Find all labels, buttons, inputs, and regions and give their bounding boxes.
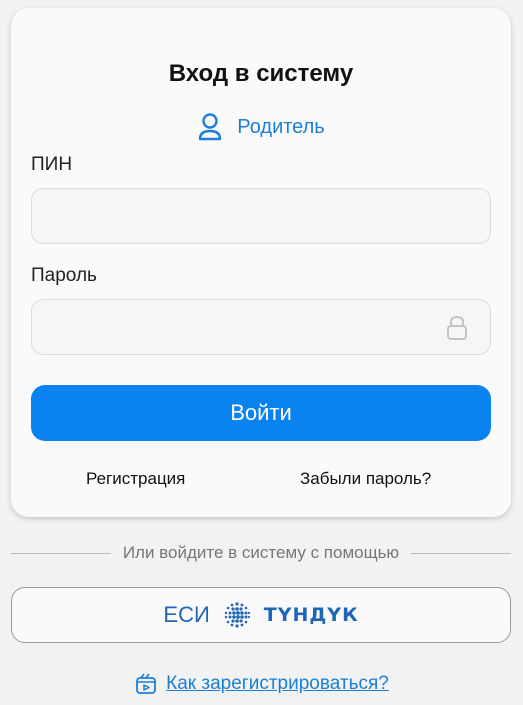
video-play-icon — [136, 673, 157, 694]
divider-text: Или войдите в систему с помощью — [122, 543, 400, 562]
how-to-register: Как зарегистрироваться? — [0, 672, 523, 696]
user-icon — [199, 113, 222, 141]
globe-icon — [224, 602, 250, 628]
password-label: Пароль — [31, 265, 97, 286]
pin-label: ПИН — [31, 154, 73, 175]
role-label: Родитель — [237, 115, 325, 138]
login-card: Вход в систему Родитель ПИН Пароль Войти… — [11, 8, 511, 517]
lock-icon[interactable] — [445, 314, 469, 342]
login-button[interactable]: Войти — [31, 385, 491, 441]
pin-input[interactable] — [31, 188, 491, 244]
role-indicator: Родитель — [11, 112, 511, 142]
divider-line-left — [11, 552, 111, 554]
esi-login-button[interactable]: ЕСИ ТҮНДҮК — [11, 587, 511, 643]
password-input[interactable] — [31, 299, 491, 355]
register-link[interactable]: Регистрация — [86, 469, 185, 489]
page-title: Вход в систему — [168, 60, 354, 87]
forgot-password-link[interactable]: Забыли пароль? — [300, 469, 431, 489]
how-to-register-link[interactable]: Как зарегистрироваться? — [166, 673, 389, 695]
divider-line-right — [411, 552, 512, 554]
esi-label: ЕСИ — [163, 602, 210, 627]
alt-login-divider: Или войдите в систему с помощью — [11, 543, 512, 563]
tunduk-label: ТҮНДҮК — [263, 604, 359, 626]
